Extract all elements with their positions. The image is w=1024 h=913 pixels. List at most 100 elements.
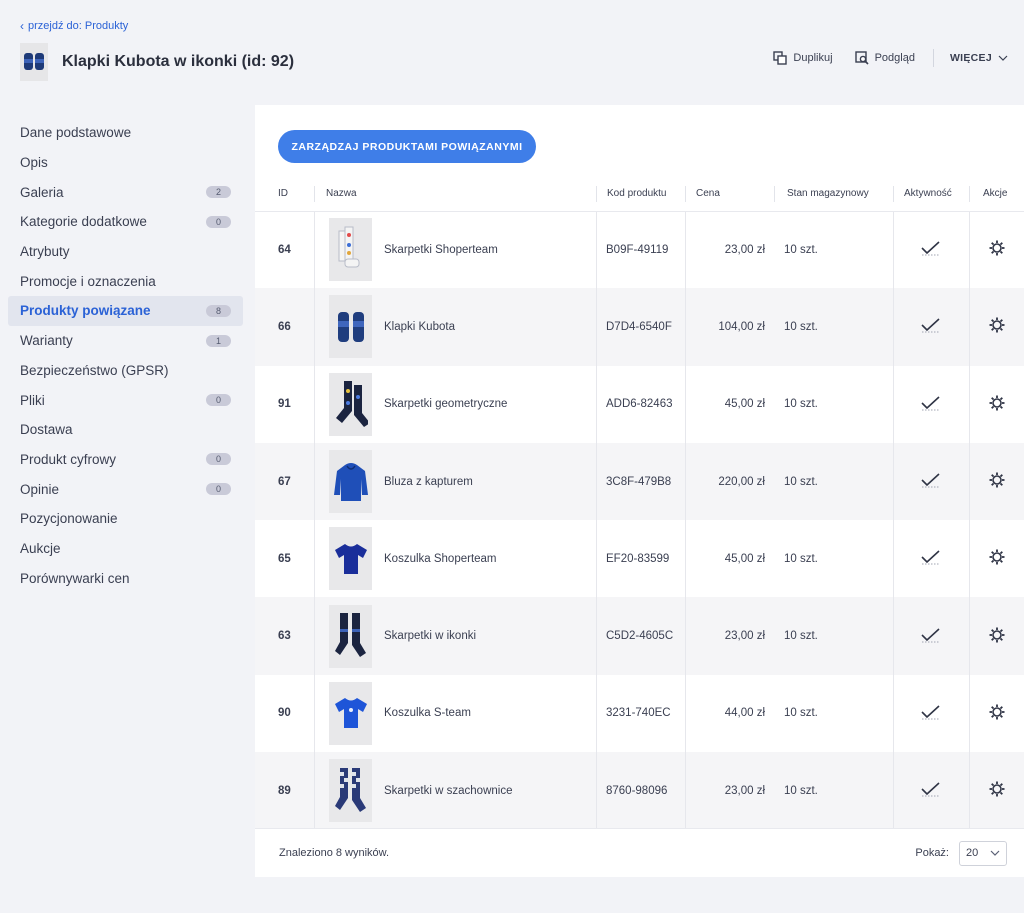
count-badge: 8 <box>206 304 231 317</box>
sidebar-item-extra-categories[interactable]: Kategorie dodatkowe 0 <box>8 207 243 237</box>
column-header-name[interactable]: Nazwa <box>314 177 596 212</box>
checkmark-icon[interactable] <box>920 395 942 411</box>
sidebar-item-variants[interactable]: Warianty 1 <box>8 326 243 356</box>
checkmark-icon[interactable] <box>920 704 942 720</box>
row-price: 23,00 zł <box>685 211 774 289</box>
sidebar-item-label: Promocje i oznaczenia <box>20 273 156 289</box>
column-header-code[interactable]: Kod produktu <box>596 177 685 212</box>
column-header-price[interactable]: Cena <box>685 177 774 212</box>
sidebar-item-promotions[interactable]: Promocje i oznaczenia <box>8 266 243 296</box>
sidebar-item-files[interactable]: Pliki 0 <box>8 385 243 415</box>
checkmark-icon[interactable] <box>920 240 942 256</box>
row-code: 3C8F-479B8 <box>596 442 685 521</box>
duplicate-button[interactable]: Duplikuj <box>773 51 833 65</box>
row-active-cell <box>893 674 969 753</box>
checkmark-icon[interactable] <box>920 627 942 643</box>
sidebar-item-label: Galeria <box>20 184 64 200</box>
product-name-link[interactable]: Koszulka S-team <box>384 707 471 719</box>
sidebar-item-attributes[interactable]: Atrybuty <box>8 237 243 267</box>
row-code: 8760-98096 <box>596 752 685 830</box>
product-thumbnail <box>329 681 372 745</box>
count-badge: 0 <box>206 394 231 407</box>
chevron-left-icon: ‹ <box>20 18 24 33</box>
row-price: 45,00 zł <box>685 365 774 444</box>
column-header-id[interactable]: ID <box>255 177 314 212</box>
sidebar-item-label: Pozycjonowanie <box>20 511 118 527</box>
sidebar-item-price-comparison[interactable]: Porównywarki cen <box>8 563 243 593</box>
sidebar-item-related-products[interactable]: Produkty powiązane 8 <box>8 296 243 326</box>
column-header-stock[interactable]: Stan magazynowy <box>774 177 893 212</box>
gear-icon[interactable] <box>989 472 1005 488</box>
product-name-link[interactable]: Koszulka Shoperteam <box>384 553 497 565</box>
row-id: 90 <box>278 707 291 720</box>
slippers-icon <box>20 43 48 81</box>
row-id: 91 <box>278 398 291 411</box>
table-row: 90 Koszulka S-team 3231-740EC 44,00 zł 10 sz… <box>255 674 1024 753</box>
chevron-down-icon <box>990 850 1000 856</box>
row-active-cell <box>893 597 969 676</box>
gear-icon[interactable] <box>989 395 1005 411</box>
sidebar-item-label: Produkt cyfrowy <box>20 451 117 467</box>
product-name-link[interactable]: Klapki Kubota <box>384 321 455 333</box>
row-price: 104,00 zł <box>685 288 774 366</box>
row-stock: 10 szt. <box>784 552 818 565</box>
sidebar-item-reviews[interactable]: Opinie 0 <box>8 474 243 504</box>
sidebar-item-auctions[interactable]: Aukcje <box>8 534 243 564</box>
row-active-cell <box>893 752 969 830</box>
row-actions-cell <box>969 211 1024 289</box>
product-name-link[interactable]: Skarpetki w szachownice <box>384 785 512 797</box>
sidebar-item-description[interactable]: Opis <box>8 148 243 178</box>
product-name-link[interactable]: Skarpetki w ikonki <box>384 630 476 642</box>
gear-icon[interactable] <box>989 549 1005 565</box>
row-actions-cell <box>969 365 1024 444</box>
more-dropdown[interactable]: WIĘCEJ <box>950 52 1008 64</box>
page-size-select[interactable]: 20 <box>959 840 1007 866</box>
row-active-cell <box>893 520 969 598</box>
sidebar-item-label: Warianty <box>20 333 73 349</box>
more-label: WIĘCEJ <box>949 52 992 64</box>
count-badge: 2 <box>206 186 231 199</box>
checkmark-icon[interactable] <box>920 472 942 488</box>
row-actions-cell <box>969 442 1024 521</box>
manage-related-products-button[interactable]: ZARZĄDZAJ PRODUKTAMI POWIĄZANYMI <box>278 130 536 163</box>
gear-icon[interactable] <box>989 317 1005 333</box>
table-row: 65 Koszulka Shoperteam EF20-83599 45,00 zł 1… <box>255 520 1024 598</box>
sidebar-item-label: Pliki <box>20 392 45 408</box>
product-thumbnail <box>329 450 372 514</box>
row-stock: 10 szt. <box>774 597 893 675</box>
product-name-link[interactable]: Skarpetki geometryczne <box>384 398 507 410</box>
back-to-products-link[interactable]: ‹ przejdź do: Produkty <box>20 18 128 33</box>
product-thumbnail <box>329 759 372 823</box>
sidebar-item-label: Porównywarki cen <box>20 570 130 586</box>
sidebar-item-digital-product[interactable]: Produkt cyfrowy 0 <box>8 445 243 475</box>
checkmark-icon[interactable] <box>920 549 942 565</box>
row-name-cell: Klapki Kubota <box>314 288 596 366</box>
table-row: 91 Skarpetki geometryczne ADD6-82463 45,00 … <box>255 365 1024 444</box>
product-name-link[interactable]: Bluza z kapturem <box>384 476 473 488</box>
row-stock: 10 szt. <box>784 707 818 720</box>
checkmark-icon[interactable] <box>920 781 942 797</box>
gear-icon[interactable] <box>989 240 1005 256</box>
row-id: 65 <box>278 552 291 565</box>
duplicate-icon <box>773 51 788 65</box>
gear-icon[interactable] <box>989 704 1005 720</box>
sidebar-item-safety[interactable]: Bezpieczeństwo (GPSR) <box>8 356 243 386</box>
row-name-cell: Skarpetki w ikonki <box>314 597 596 676</box>
sidebar-item-seo[interactable]: Pozycjonowanie <box>8 504 243 534</box>
product-name-link[interactable]: Skarpetki Shoperteam <box>384 244 498 256</box>
sidebar-item-delivery[interactable]: Dostawa <box>8 415 243 445</box>
gear-icon[interactable] <box>989 781 1005 797</box>
gear-icon[interactable] <box>989 627 1005 643</box>
count-badge: 1 <box>206 334 231 347</box>
sidebar-item-label: Aukcje <box>20 540 61 556</box>
sidebar-item-label: Atrybuty <box>20 244 70 260</box>
column-header-active[interactable]: Aktywność <box>893 177 969 212</box>
checkmark-icon[interactable] <box>920 317 942 333</box>
table-footer: Znaleziono 8 wyników. Pokaż: 20 <box>255 828 1024 877</box>
sidebar-item-gallery[interactable]: Galeria 2 <box>8 177 243 207</box>
row-code: 3231-740EC <box>596 674 685 753</box>
sidebar-item-basic-data[interactable]: Dane podstawowe <box>8 118 243 148</box>
page-size-value: 20 <box>966 847 979 859</box>
sidebar-item-label: Dane podstawowe <box>20 125 132 141</box>
preview-button[interactable]: Podgląd <box>854 51 915 65</box>
